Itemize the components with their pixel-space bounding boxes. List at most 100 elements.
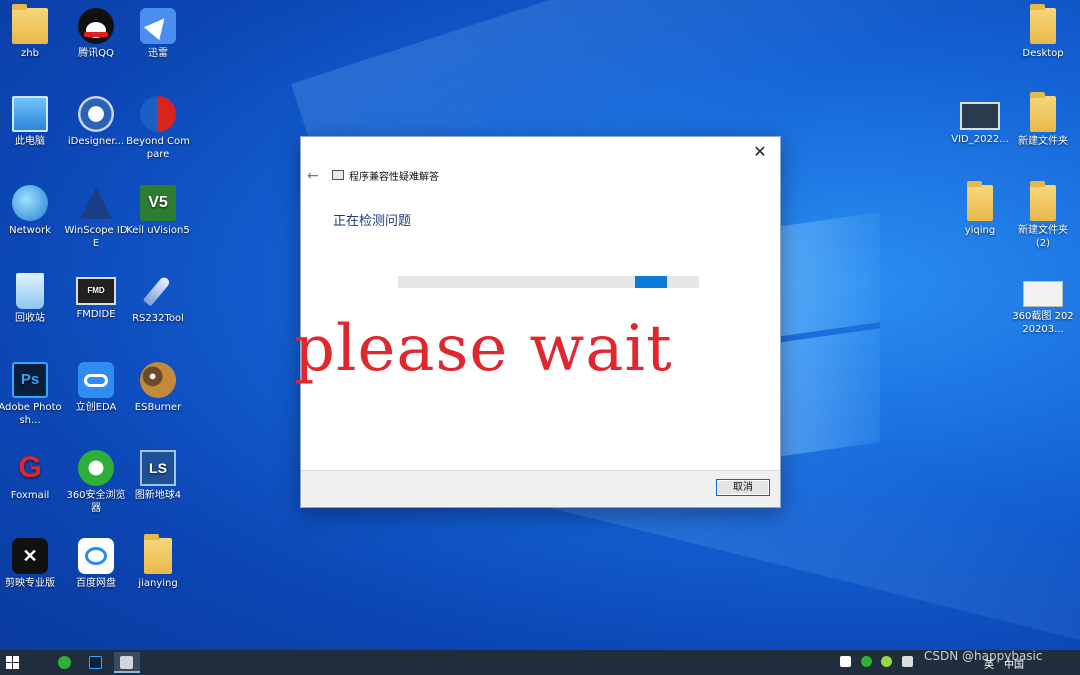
- desktop-icon-label: Beyond Compare: [126, 136, 190, 160]
- folder-icon: [967, 181, 993, 221]
- desktop-icon-zhb[interactable]: zhb: [0, 4, 63, 60]
- desktop-icon-360-browser[interactable]: 360安全浏览器: [63, 450, 129, 515]
- desktop-icon-fmdide[interactable]: FMD FMDIDE: [63, 273, 129, 321]
- desktop-icon-label: Network: [9, 225, 51, 236]
- usb-icon[interactable]: [902, 656, 913, 667]
- desktop-icon-new-folder-2[interactable]: 新建文件夹 (2): [1010, 181, 1076, 250]
- photoshop-icon: [89, 656, 102, 669]
- desktop-icon-label: zhb: [21, 48, 39, 59]
- desktop-icon-label: 腾讯QQ: [78, 48, 114, 59]
- desktop-icon-lceda[interactable]: 立创EDA: [63, 362, 129, 414]
- jianying-icon: ✕: [12, 538, 48, 574]
- desktop-icon-this-pc[interactable]: 此电脑: [0, 96, 63, 148]
- desktop-icon-xunlei[interactable]: 迅雷: [125, 8, 191, 60]
- taskbar-photoshop[interactable]: [83, 652, 109, 673]
- taskbar-360-browser[interactable]: [52, 652, 78, 673]
- cancel-button[interactable]: 取消: [716, 479, 770, 496]
- 360-browser-icon: [58, 656, 71, 669]
- desktop-icon-label: RS232Tool: [132, 313, 184, 324]
- desktop-icon-esburner[interactable]: ESBurner: [125, 362, 191, 414]
- desktop-icon-yiqing[interactable]: yiqing: [947, 181, 1013, 237]
- desktop-icon-label: 剪映专业版: [5, 578, 55, 589]
- qq-penguin-icon: [78, 8, 114, 44]
- desktop-icon-label: 360安全浏览器: [66, 490, 126, 514]
- beyond-compare-icon: [140, 96, 176, 132]
- desktop-icon-desktop-folder[interactable]: Desktop: [1010, 4, 1076, 60]
- desktop-icon-label: 迅雷: [148, 48, 168, 59]
- csdn-watermark: CSDN @happybasic: [924, 649, 1043, 663]
- desktop-icon-label: FMDIDE: [76, 309, 116, 320]
- desktop-icon-label: 百度网盘: [76, 578, 116, 589]
- thunder-bird-icon: [140, 8, 176, 44]
- desktop-icon-photoshop[interactable]: Ps Adobe Photosh...: [0, 362, 63, 427]
- computer-icon: [12, 96, 48, 132]
- status-heading: 正在检测问题: [333, 214, 412, 229]
- desktop-icon-foxmail[interactable]: G Foxmail: [0, 450, 63, 502]
- desktop-icon-qq[interactable]: 腾讯QQ: [63, 8, 129, 60]
- desktop-icon-label: Foxmail: [10, 490, 50, 501]
- progress-bar: [398, 276, 699, 288]
- windows-start-icon[interactable]: [6, 656, 20, 670]
- folder-icon: [144, 534, 172, 574]
- back-arrow-icon[interactable]: ←: [307, 168, 319, 184]
- taskbar: [0, 650, 1080, 675]
- security-tray-icon[interactable]: [881, 656, 892, 667]
- desktop-icon-label: Adobe Photosh...: [0, 402, 62, 426]
- desktop-icon-baidu-netdisk[interactable]: 百度网盘: [63, 538, 129, 590]
- desktop-icon-label: 图新地球4: [134, 490, 182, 501]
- desktop-icon-label: 新建文件夹: [1018, 136, 1068, 147]
- desktop-icon-label: ESBurner: [134, 402, 182, 413]
- baidu-netdisk-icon: [78, 538, 114, 574]
- folder-icon: [1030, 4, 1056, 44]
- desktop-icon-label: 立创EDA: [75, 402, 117, 413]
- user-folder-icon: [12, 4, 48, 44]
- image-file-icon: [1023, 281, 1063, 307]
- desktop-icon-label: Keil uVision5: [126, 225, 190, 236]
- desktop-icon-winscope[interactable]: WinScope IDE: [63, 185, 129, 250]
- progress-indicator: [635, 276, 667, 288]
- desktop-icon-beyond-compare[interactable]: Beyond Compare: [125, 96, 191, 161]
- idesigner-icon: [78, 96, 114, 132]
- close-button[interactable]: ✕: [748, 141, 772, 163]
- photoshop-icon: Ps: [12, 362, 48, 398]
- dialog-footer: 取消: [301, 470, 780, 507]
- desktop-icon-label: WinScope IDE: [64, 225, 128, 249]
- desktop-icon-new-folder[interactable]: 新建文件夹: [1010, 92, 1076, 148]
- please-wait-overlay: please wait: [294, 312, 673, 386]
- network-globe-icon: [12, 185, 48, 221]
- desktop-icon-network[interactable]: Network: [0, 185, 63, 237]
- desktop-icon-rs232tool[interactable]: RS232Tool: [125, 273, 191, 325]
- desktop-icon-label: 回收站: [15, 313, 45, 324]
- desktop-icon-label: 360截图 20220203...: [1012, 311, 1074, 335]
- rocket-icon: [140, 273, 176, 309]
- 360-browser-icon: [78, 450, 114, 486]
- desktop-icon-jianying-pro[interactable]: ✕ 剪映专业版: [0, 538, 63, 590]
- folder-icon: [1030, 181, 1056, 221]
- video-file-icon: [960, 102, 1000, 130]
- keil-icon: V5: [140, 185, 176, 221]
- taskbar-troubleshooter[interactable]: [114, 652, 140, 673]
- folder-icon: [1030, 92, 1056, 132]
- desktop-icon-jianying-folder[interactable]: jianying: [125, 534, 191, 590]
- troubleshooter-icon: [120, 656, 133, 669]
- owl-shield-icon: [140, 362, 176, 398]
- desktop-icon-idesigner[interactable]: iDesigner...: [63, 96, 129, 148]
- desktop-icon-tuxin-earth[interactable]: LS 图新地球4: [125, 450, 191, 502]
- desktop-icon-label: yiqing: [964, 225, 996, 236]
- dialog-title: 程序兼容性疑难解答: [349, 172, 439, 183]
- desktop-icon-label: jianying: [138, 578, 178, 589]
- desktop-icon-keil[interactable]: V5 Keil uVision5: [125, 185, 191, 237]
- tuxin-earth-icon: LS: [140, 450, 176, 486]
- desktop-icon-label: Desktop: [1022, 48, 1064, 59]
- lceda-cloud-icon: [78, 362, 114, 398]
- shield-icon[interactable]: [840, 656, 851, 667]
- desktop-icon-label: VID_2022...: [951, 134, 1009, 145]
- winscope-icon: [78, 185, 114, 221]
- desktop-icon-recycle-bin[interactable]: 回收站: [0, 273, 63, 325]
- desktop-icon-360-screenshot[interactable]: 360截图 20220203...: [1010, 281, 1076, 336]
- 360-tray-icon[interactable]: [861, 656, 872, 667]
- desktop-icon-label: 新建文件夹 (2): [1018, 225, 1068, 249]
- fmdide-chip-icon: FMD: [76, 277, 116, 305]
- recycle-bin-icon: [16, 273, 44, 309]
- desktop-icon-video[interactable]: VID_2022...: [947, 96, 1013, 146]
